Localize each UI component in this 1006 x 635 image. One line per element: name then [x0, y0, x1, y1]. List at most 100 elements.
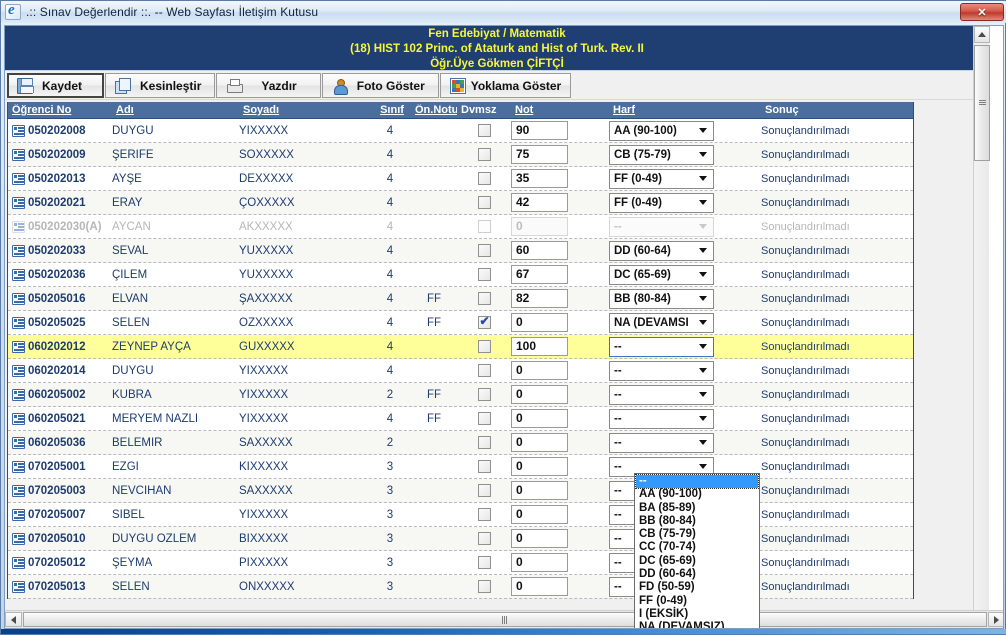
scroll-up-button[interactable] [974, 26, 990, 43]
table-row[interactable]: 050205025 SELEN ÖZXXXXX 4 FF 0 NA (DEVAMSI Sonu… [8, 311, 913, 335]
student-card-icon[interactable] [12, 580, 25, 593]
horizontal-scrollbar[interactable] [5, 610, 1003, 628]
letter-grade-select[interactable]: DD (60-64) [609, 240, 714, 261]
dvmsz-checkbox[interactable] [477, 148, 491, 161]
cell-dvmsz[interactable] [457, 292, 511, 305]
cell-dvmsz[interactable] [457, 244, 511, 257]
cell-harf[interactable]: DC (65-69) [609, 264, 761, 285]
cell-ogrenci-no[interactable]: 060205036 [8, 436, 112, 449]
cell-ogrenci-no[interactable]: 050202013 [8, 172, 112, 185]
letter-grade-select[interactable]: -- [609, 384, 714, 405]
table-row[interactable]: 050202008 DUYGU YIXXXXX 4 90 AA (90-100) Sonuç… [8, 119, 913, 143]
vertical-scrollbar[interactable] [973, 26, 990, 628]
cell-not[interactable]: 0 [511, 505, 609, 524]
dropdown-option[interactable]: BA (85-89) [636, 502, 758, 515]
table-row[interactable]: 050202013 AYŞE DEXXXXX 4 35 FF (0-49) Sonuçlan… [8, 167, 913, 191]
save-button[interactable]: Kaydet [7, 73, 105, 98]
table-row[interactable]: 060205002 KÜBRA YIXXXXX 2 FF 0 -- Sonuçlandırıl… [8, 383, 913, 407]
horizontal-scroll-thumb[interactable] [23, 612, 987, 627]
cell-harf[interactable]: DD (60-64) [609, 240, 761, 261]
dropdown-option[interactable]: -- [635, 473, 759, 490]
dvmsz-checkbox[interactable] [477, 436, 491, 449]
student-card-icon[interactable] [12, 244, 25, 257]
cell-dvmsz[interactable] [457, 412, 511, 425]
student-card-icon[interactable] [12, 292, 25, 305]
cell-ogrenci-no[interactable]: 070205003 [8, 484, 112, 497]
student-card-icon[interactable] [12, 412, 25, 425]
student-card-icon[interactable] [12, 316, 25, 329]
cell-not[interactable]: 0 [511, 217, 609, 236]
table-row[interactable]: 050202030(A) AYCAN AKXXXXX 4 0 -- Sonuçlandırı… [8, 215, 913, 239]
grade-input[interactable]: 0 [511, 361, 568, 380]
cell-not[interactable]: 0 [511, 577, 609, 596]
dvmsz-checkbox[interactable] [477, 268, 491, 281]
grade-input[interactable]: 0 [511, 409, 568, 428]
dropdown-option[interactable]: FD (50-59) [636, 581, 758, 594]
cell-dvmsz[interactable] [457, 508, 511, 521]
table-row[interactable]: 060202014 DUYGU YIXXXXX 4 0 -- Sonuçlandırılma… [8, 359, 913, 383]
print-button[interactable]: Yazdır [216, 73, 321, 98]
cell-not[interactable]: 75 [511, 145, 609, 164]
cell-not[interactable]: 0 [511, 457, 609, 476]
cell-not[interactable]: 0 [511, 433, 609, 452]
grade-input[interactable]: 0 [511, 457, 568, 476]
table-row[interactable]: 050202021 ERAY ÇOXXXXX 4 42 FF (0-49) Sonuçlan… [8, 191, 913, 215]
table-row[interactable]: 060205021 MERYEM NAZLI YIXXXXX 4 FF 0 -- Sonuçl… [8, 407, 913, 431]
column-header-soyadi[interactable]: Soyadı [239, 104, 369, 116]
dvmsz-checkbox[interactable] [477, 124, 491, 137]
grade-input[interactable]: 0 [511, 481, 568, 500]
cell-ogrenci-no[interactable]: 050205025 [8, 316, 112, 329]
student-card-icon[interactable] [12, 124, 25, 137]
column-header-on-notu[interactable]: Ön.Notu [411, 104, 457, 116]
cell-harf[interactable]: -- [609, 384, 761, 405]
cell-harf[interactable]: BB (80-84) [609, 288, 761, 309]
dvmsz-checkbox[interactable] [477, 556, 491, 569]
dvmsz-checkbox[interactable] [477, 532, 491, 545]
table-row[interactable]: 050202036 ÇİLEM YÜXXXXX 4 67 DC (65-69) Sonuçl… [8, 263, 913, 287]
cell-dvmsz[interactable] [457, 268, 511, 281]
cell-ogrenci-no[interactable]: 050202033 [8, 244, 112, 257]
dvmsz-checkbox[interactable] [477, 484, 491, 497]
cell-ogrenci-no[interactable]: 060205002 [8, 388, 112, 401]
dropdown-option[interactable]: BB (80-84) [636, 515, 758, 528]
cell-not[interactable]: 82 [511, 289, 609, 308]
grade-input[interactable]: 0 [511, 505, 568, 524]
grade-input[interactable]: 35 [511, 169, 568, 188]
dvmsz-checkbox[interactable] [477, 316, 491, 329]
cell-ogrenci-no[interactable]: 060205021 [8, 412, 112, 425]
grade-input[interactable]: 0 [511, 553, 568, 572]
cell-dvmsz[interactable] [457, 172, 511, 185]
cell-dvmsz[interactable] [457, 148, 511, 161]
cell-dvmsz[interactable] [457, 556, 511, 569]
dvmsz-checkbox[interactable] [477, 460, 491, 473]
cell-not[interactable]: 0 [511, 313, 609, 332]
scroll-right-button[interactable] [988, 612, 1003, 627]
letter-grade-select[interactable]: CB (75-79) [609, 144, 714, 165]
student-card-icon[interactable] [12, 460, 25, 473]
table-row[interactable]: 060205036 BELEMİR SAXXXXX 2 0 -- Sonuçlandırıl… [8, 431, 913, 455]
table-row[interactable]: 050205016 ELVAN ŞAXXXXX 4 FF 82 BB (80-84) Sonu… [8, 287, 913, 311]
dvmsz-checkbox[interactable] [477, 172, 491, 185]
student-card-icon[interactable] [12, 484, 25, 497]
dvmsz-checkbox[interactable] [477, 580, 491, 593]
grade-input[interactable]: 0 [511, 433, 568, 452]
table-row[interactable]: 070205010 DUYGU ÖZLEM BİXXXXX 3 0 -- Sonuçland… [8, 527, 913, 551]
cell-harf[interactable]: -- [609, 216, 761, 237]
cell-not[interactable]: 0 [511, 481, 609, 500]
grade-input[interactable]: 100 [511, 337, 568, 356]
cell-harf[interactable]: FF (0-49) [609, 192, 761, 213]
student-card-icon[interactable] [12, 508, 25, 521]
student-card-icon[interactable] [12, 196, 25, 209]
cell-dvmsz[interactable] [457, 388, 511, 401]
cell-not[interactable]: 60 [511, 241, 609, 260]
dvmsz-checkbox[interactable] [477, 244, 491, 257]
cell-ogrenci-no[interactable]: 070205007 [8, 508, 112, 521]
cell-dvmsz[interactable] [457, 364, 511, 377]
cell-harf[interactable]: -- [609, 360, 761, 381]
student-card-icon[interactable] [12, 340, 25, 353]
scroll-left-button[interactable] [5, 612, 22, 627]
cell-not[interactable]: 67 [511, 265, 609, 284]
cell-ogrenci-no[interactable]: 050205016 [8, 292, 112, 305]
cell-not[interactable]: 35 [511, 169, 609, 188]
cell-not[interactable]: 42 [511, 193, 609, 212]
